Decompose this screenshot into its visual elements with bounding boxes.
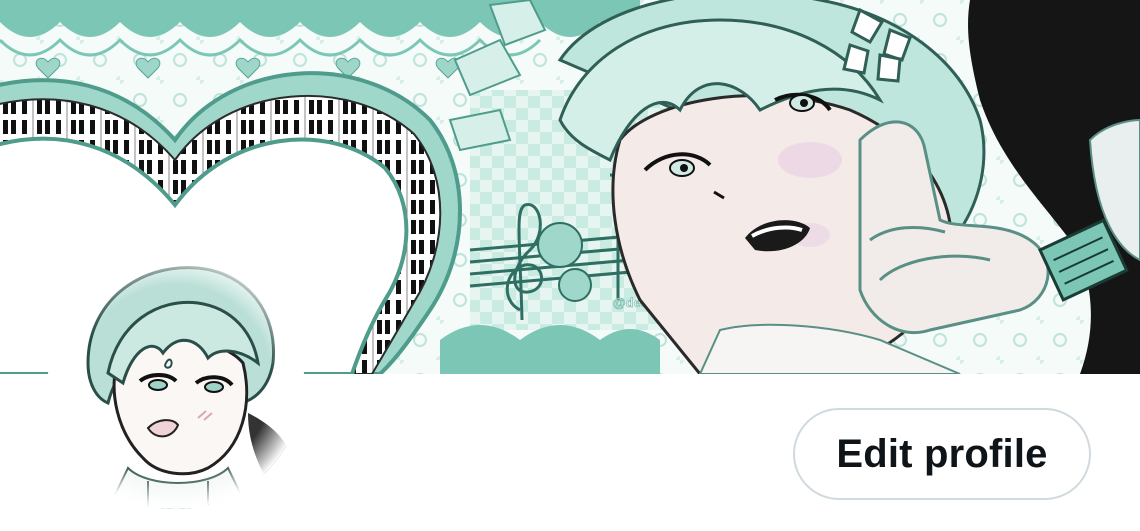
profile-header: @decievedhearts [0,0,1140,531]
avatar-artwork [48,253,304,509]
profile-avatar[interactable] [48,253,304,509]
edit-profile-button[interactable]: Edit profile [793,408,1091,500]
